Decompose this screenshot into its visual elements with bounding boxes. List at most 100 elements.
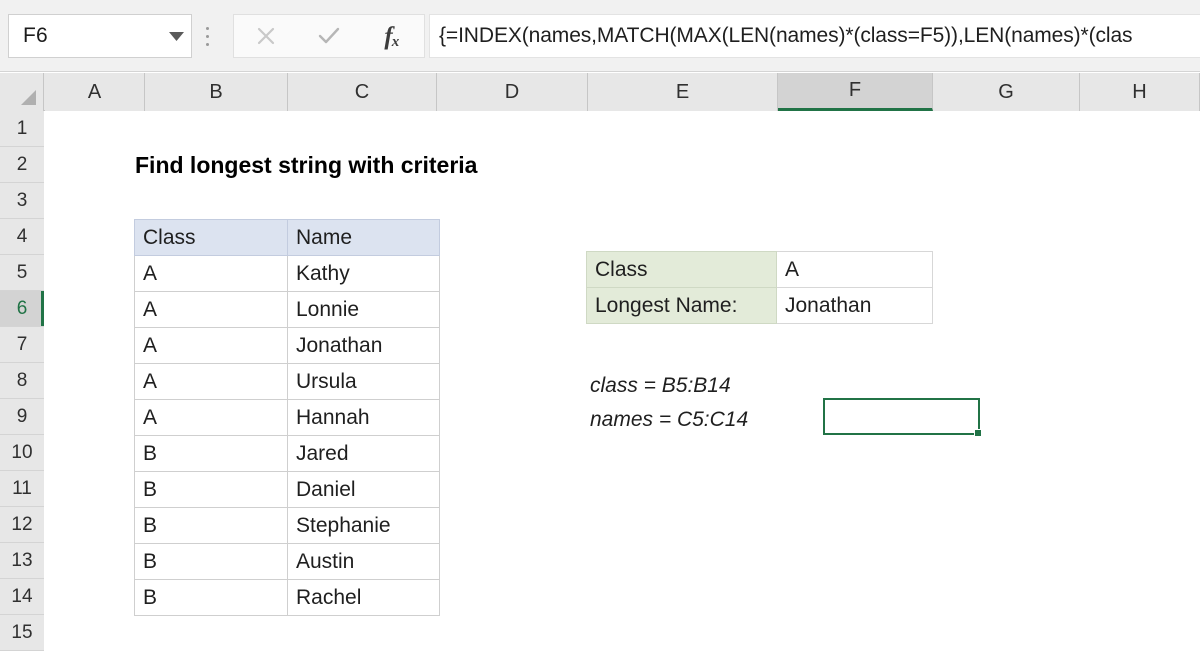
row-header-11[interactable]: 11 — [0, 471, 44, 507]
column-header-label: B — [209, 80, 223, 103]
note-line: names = C5:C14 — [590, 408, 749, 431]
cell-class[interactable]: A — [134, 363, 288, 400]
column-header-h[interactable]: H — [1080, 73, 1200, 111]
result-row: Longest Name: Jonathan — [586, 287, 933, 324]
cell-name[interactable]: Rachel — [287, 579, 440, 616]
row-header-label: 3 — [16, 189, 28, 211]
table-header-cell[interactable]: Name — [287, 219, 440, 256]
result-value-cell[interactable]: Jonathan — [776, 287, 933, 324]
row-header-label: 15 — [11, 621, 33, 643]
column-header-b[interactable]: B — [145, 73, 288, 111]
table-row: A Jonathan — [134, 327, 440, 364]
table-row: A Ursula — [134, 363, 440, 400]
row-header-13[interactable]: 13 — [0, 543, 44, 579]
cell-name[interactable]: Jonathan — [287, 327, 440, 364]
column-header-f[interactable]: F — [778, 73, 933, 111]
table-header-cell[interactable]: Class — [134, 219, 288, 256]
named-range-notes: class = B5:B14 names = C5:C14 — [590, 369, 748, 437]
worksheet-grid[interactable]: Find longest string with criteria Class N… — [45, 111, 1200, 630]
formula-action-group: fx — [233, 14, 425, 58]
column-header-c[interactable]: C — [288, 73, 437, 111]
row-header-label: 8 — [16, 369, 28, 391]
cell-class[interactable]: B — [134, 507, 288, 544]
row-header-3[interactable]: 3 — [0, 183, 44, 219]
row-header-2[interactable]: 2 — [0, 147, 44, 183]
column-header-label: E — [675, 80, 690, 103]
column-header-a[interactable]: A — [45, 73, 145, 111]
table-row: A Kathy — [134, 255, 440, 292]
table-row: A Hannah — [134, 399, 440, 436]
table-row: B Jared — [134, 435, 440, 472]
row-header-9[interactable]: 9 — [0, 399, 44, 435]
cell-class[interactable]: B — [134, 471, 288, 508]
check-icon[interactable] — [297, 15, 360, 57]
table-row: B Daniel — [134, 471, 440, 508]
column-header-label: G — [998, 80, 1014, 103]
cell-class[interactable]: A — [134, 255, 288, 292]
row-header-8[interactable]: 8 — [0, 363, 44, 399]
row-header-label: 12 — [11, 513, 33, 535]
row-header-label: 14 — [11, 585, 33, 607]
table-row: B Stephanie — [134, 507, 440, 544]
column-header-label: F — [848, 79, 862, 101]
cell-name[interactable]: Kathy — [287, 255, 440, 292]
row-header-label: 1 — [16, 117, 28, 139]
row-header-1[interactable]: 1 — [0, 111, 44, 147]
column-header-e[interactable]: E — [588, 73, 778, 111]
row-header-12[interactable]: 12 — [0, 507, 44, 543]
cell-class[interactable]: B — [134, 543, 288, 580]
column-header-row: A B C D E F G H — [0, 73, 1200, 111]
cell-name[interactable]: Lonnie — [287, 291, 440, 328]
row-header-label: 2 — [16, 153, 28, 175]
column-header-d[interactable]: D — [437, 73, 588, 111]
page-title: Find longest string with criteria — [135, 152, 478, 178]
name-box[interactable]: F6 — [8, 14, 192, 58]
column-header-label: D — [504, 80, 520, 103]
column-header-label: A — [87, 80, 102, 103]
cell-name[interactable]: Stephanie — [287, 507, 440, 544]
row-header-14[interactable]: 14 — [0, 579, 44, 615]
cell-class[interactable]: A — [134, 399, 288, 436]
cell-name[interactable]: Jared — [287, 435, 440, 472]
row-header-label: 5 — [16, 261, 28, 283]
fx-icon[interactable]: fx — [361, 15, 424, 57]
cell-class[interactable]: A — [134, 291, 288, 328]
cell-name[interactable]: Hannah — [287, 399, 440, 436]
chevron-down-icon[interactable] — [161, 15, 191, 57]
formula-text: {=INDEX(names,MATCH(MAX(LEN(names)*(clas… — [439, 24, 1133, 47]
row-header-7[interactable]: 7 — [0, 327, 44, 363]
result-block: Class A Longest Name: Jonathan — [586, 251, 933, 324]
cell-class[interactable]: B — [134, 579, 288, 616]
row-header-label: 6 — [16, 297, 28, 319]
table-row: A Lonnie — [134, 291, 440, 328]
row-header-5[interactable]: 5 — [0, 255, 44, 291]
cell-name[interactable]: Austin — [287, 543, 440, 580]
name-box-value: F6 — [23, 24, 48, 47]
row-header-column: 1 2 3 4 5 6 7 8 9 10 11 12 13 14 15 — [0, 111, 44, 651]
formula-bar-grip[interactable] — [203, 22, 211, 50]
row-header-15[interactable]: 15 — [0, 615, 44, 651]
cell-name[interactable]: Ursula — [287, 363, 440, 400]
row-header-10[interactable]: 10 — [0, 435, 44, 471]
cell-name[interactable]: Daniel — [287, 471, 440, 508]
formula-bar: F6 fx {=INDEX(names,MATCH(MAX(LEN(names)… — [0, 0, 1200, 72]
row-header-label: 11 — [12, 477, 32, 499]
fill-handle[interactable] — [974, 429, 982, 437]
close-icon[interactable] — [234, 15, 297, 57]
result-label-cell[interactable]: Class — [586, 251, 777, 288]
table-row: B Austin — [134, 543, 440, 580]
column-header-label: C — [354, 80, 370, 103]
row-header-label: 13 — [11, 549, 33, 571]
row-header-6[interactable]: 6 — [0, 291, 44, 327]
cell-class[interactable]: B — [134, 435, 288, 472]
formula-input[interactable]: {=INDEX(names,MATCH(MAX(LEN(names)*(clas… — [429, 14, 1200, 58]
row-header-4[interactable]: 4 — [0, 219, 44, 255]
column-header-g[interactable]: G — [933, 73, 1080, 111]
table-header-row: Class Name — [134, 219, 440, 256]
result-value-cell[interactable]: A — [776, 251, 933, 288]
note-line: class = B5:B14 — [590, 374, 731, 397]
cell-class[interactable]: A — [134, 327, 288, 364]
result-row: Class A — [586, 251, 933, 288]
result-label-cell[interactable]: Longest Name: — [586, 287, 777, 324]
select-all-corner[interactable] — [0, 73, 44, 111]
